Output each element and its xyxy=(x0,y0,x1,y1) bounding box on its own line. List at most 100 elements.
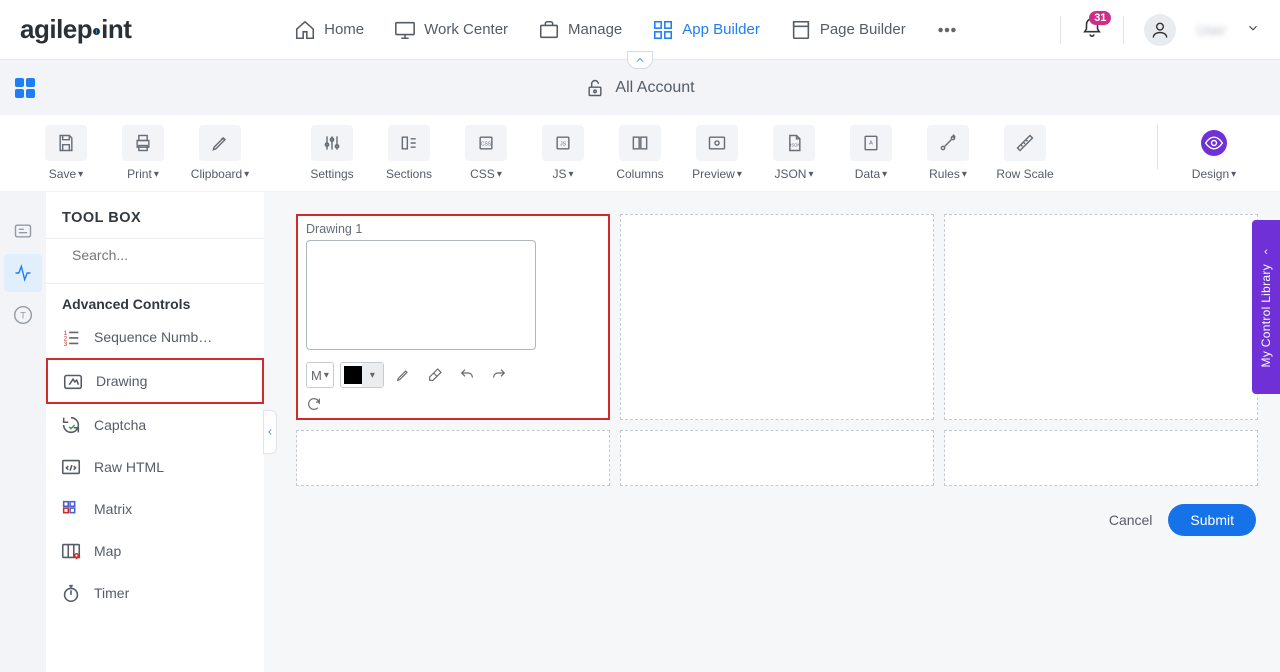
drawing-refresh-button[interactable] xyxy=(306,394,600,414)
notification-badge: 31 xyxy=(1089,11,1111,25)
drawing-canvas-area[interactable] xyxy=(306,240,536,350)
undo-icon xyxy=(459,367,475,383)
toolbox-title: TOOL BOX xyxy=(46,192,264,238)
rules-label: Rules xyxy=(929,167,960,181)
toolbox-item-label: Captcha xyxy=(94,417,146,433)
form-grid: Drawing 1 M ▾ ▾ xyxy=(296,214,1258,486)
json-icon: JSON xyxy=(784,133,804,153)
nav-app-builder[interactable]: App Builder xyxy=(652,19,760,41)
drawing-color-select[interactable]: ▾ xyxy=(340,362,384,388)
data-button[interactable]: A Data▾ xyxy=(835,125,907,181)
sections-label: Sections xyxy=(386,167,432,181)
left-rail: T xyxy=(0,192,46,672)
design-mode-button[interactable]: Design▾ xyxy=(1178,125,1250,181)
drawing-redo-button[interactable] xyxy=(486,362,512,388)
nav-page-builder[interactable]: Page Builder xyxy=(790,19,906,41)
rules-button[interactable]: Rules▾ xyxy=(912,125,984,181)
rules-icon xyxy=(938,133,958,153)
sections-icon xyxy=(399,133,419,153)
toolbox-item-raw-html[interactable]: Raw HTML xyxy=(46,446,264,488)
empty-cell[interactable] xyxy=(944,430,1258,486)
settings-button[interactable]: Settings xyxy=(296,125,368,181)
pencil-icon xyxy=(395,367,411,383)
map-icon xyxy=(60,540,82,562)
json-button[interactable]: JSON JSON▾ xyxy=(758,125,830,181)
svg-text:JSON: JSON xyxy=(789,142,800,147)
drawing-pencil-button[interactable] xyxy=(390,362,416,388)
captcha-icon xyxy=(60,414,82,436)
sections-button[interactable]: Sections xyxy=(373,125,445,181)
print-button[interactable]: Print▾ xyxy=(107,125,179,181)
nav-more[interactable] xyxy=(936,19,958,41)
toolbox-item-label: Raw HTML xyxy=(94,459,164,475)
toolbox-item-matrix[interactable]: Matrix xyxy=(46,488,264,530)
search-input[interactable] xyxy=(72,247,253,263)
submit-button[interactable]: Submit xyxy=(1168,504,1256,536)
form-footer: Cancel Submit xyxy=(296,486,1258,554)
toolbox-item-drawing[interactable]: Drawing xyxy=(46,358,264,404)
toolbox-panel: TOOL BOX Advanced Controls 123 Sequence … xyxy=(46,192,264,672)
js-button[interactable]: JS JS▾ xyxy=(527,125,599,181)
nav-manage-label: Manage xyxy=(568,21,622,38)
eye-icon xyxy=(1204,133,1224,153)
user-icon xyxy=(1150,20,1170,40)
toolbar-separator xyxy=(1157,125,1158,169)
svg-text:CSS: CSS xyxy=(481,142,492,148)
nav-right: 31 User xyxy=(1060,14,1260,46)
rail-form-button[interactable] xyxy=(4,212,42,250)
clipboard-label: Clipboard xyxy=(191,167,242,181)
nav-manage[interactable]: Manage xyxy=(538,19,622,41)
chevron-down-icon xyxy=(1246,21,1260,35)
save-button[interactable]: Save▾ xyxy=(30,125,102,181)
drawing-size-select[interactable]: M ▾ xyxy=(306,362,334,388)
toolbox-item-label: Timer xyxy=(94,585,129,601)
timer-icon xyxy=(60,582,82,604)
context-title: All Account xyxy=(615,79,694,97)
toolbox-item-captcha[interactable]: Captcha xyxy=(46,404,264,446)
toolbox-collapse-handle[interactable] xyxy=(263,410,277,454)
clipboard-button[interactable]: Clipboard▾ xyxy=(184,125,256,181)
collapse-nav-button[interactable] xyxy=(627,51,653,69)
print-label: Print xyxy=(127,167,152,181)
user-menu-chevron[interactable] xyxy=(1246,21,1260,38)
rail-text-button[interactable]: T xyxy=(4,296,42,334)
apps-menu-button[interactable] xyxy=(15,78,35,98)
toolbox-item-label: Map xyxy=(94,543,121,559)
toolbox-search xyxy=(46,238,264,284)
toolbox-item-label: Matrix xyxy=(94,501,132,517)
empty-cell[interactable] xyxy=(620,430,934,486)
logo-dot-icon xyxy=(93,28,100,35)
drawing-undo-button[interactable] xyxy=(454,362,480,388)
toolbox-item-label: Sequence Numb… xyxy=(94,329,212,345)
nav-work-center[interactable]: Work Center xyxy=(394,19,508,41)
toolbar: Save▾ Print▾ Clipboard▾ Settings Section… xyxy=(0,115,1280,192)
empty-cell[interactable] xyxy=(620,214,934,420)
refresh-icon xyxy=(306,396,322,412)
drawing-control-cell[interactable]: Drawing 1 M ▾ ▾ xyxy=(296,214,610,420)
empty-cell[interactable] xyxy=(296,430,610,486)
my-control-library-tab[interactable]: ‹ My Control Library xyxy=(1252,220,1280,394)
drawing-eraser-button[interactable] xyxy=(422,362,448,388)
nav-home[interactable]: Home xyxy=(294,19,364,41)
empty-cell[interactable] xyxy=(944,214,1258,420)
columns-icon xyxy=(630,133,650,153)
avatar[interactable] xyxy=(1144,14,1176,46)
toolbox-item-timer[interactable]: Timer xyxy=(46,572,264,614)
rail-activity-button[interactable] xyxy=(4,254,42,292)
svg-text:JS: JS xyxy=(560,142,567,148)
columns-button[interactable]: Columns xyxy=(604,125,676,181)
nav-separator xyxy=(1060,16,1061,44)
username-label: User xyxy=(1196,22,1226,38)
toolbox-item-map[interactable]: Map xyxy=(46,530,264,572)
redo-icon xyxy=(491,367,507,383)
preview-button[interactable]: Preview▾ xyxy=(681,125,753,181)
chevron-left-icon: ‹ xyxy=(1264,246,1268,258)
notifications-button[interactable]: 31 xyxy=(1081,17,1103,42)
nav-page-builder-label: Page Builder xyxy=(820,21,906,38)
row-scale-button[interactable]: Row Scale xyxy=(989,125,1061,181)
css-button[interactable]: CSS CSS▾ xyxy=(450,125,522,181)
cancel-button[interactable]: Cancel xyxy=(1109,512,1153,528)
toolbox-item-sequence[interactable]: 123 Sequence Numb… xyxy=(46,316,264,358)
save-label: Save xyxy=(49,167,76,181)
main-area: T TOOL BOX Advanced Controls 123 Sequenc… xyxy=(0,192,1280,672)
